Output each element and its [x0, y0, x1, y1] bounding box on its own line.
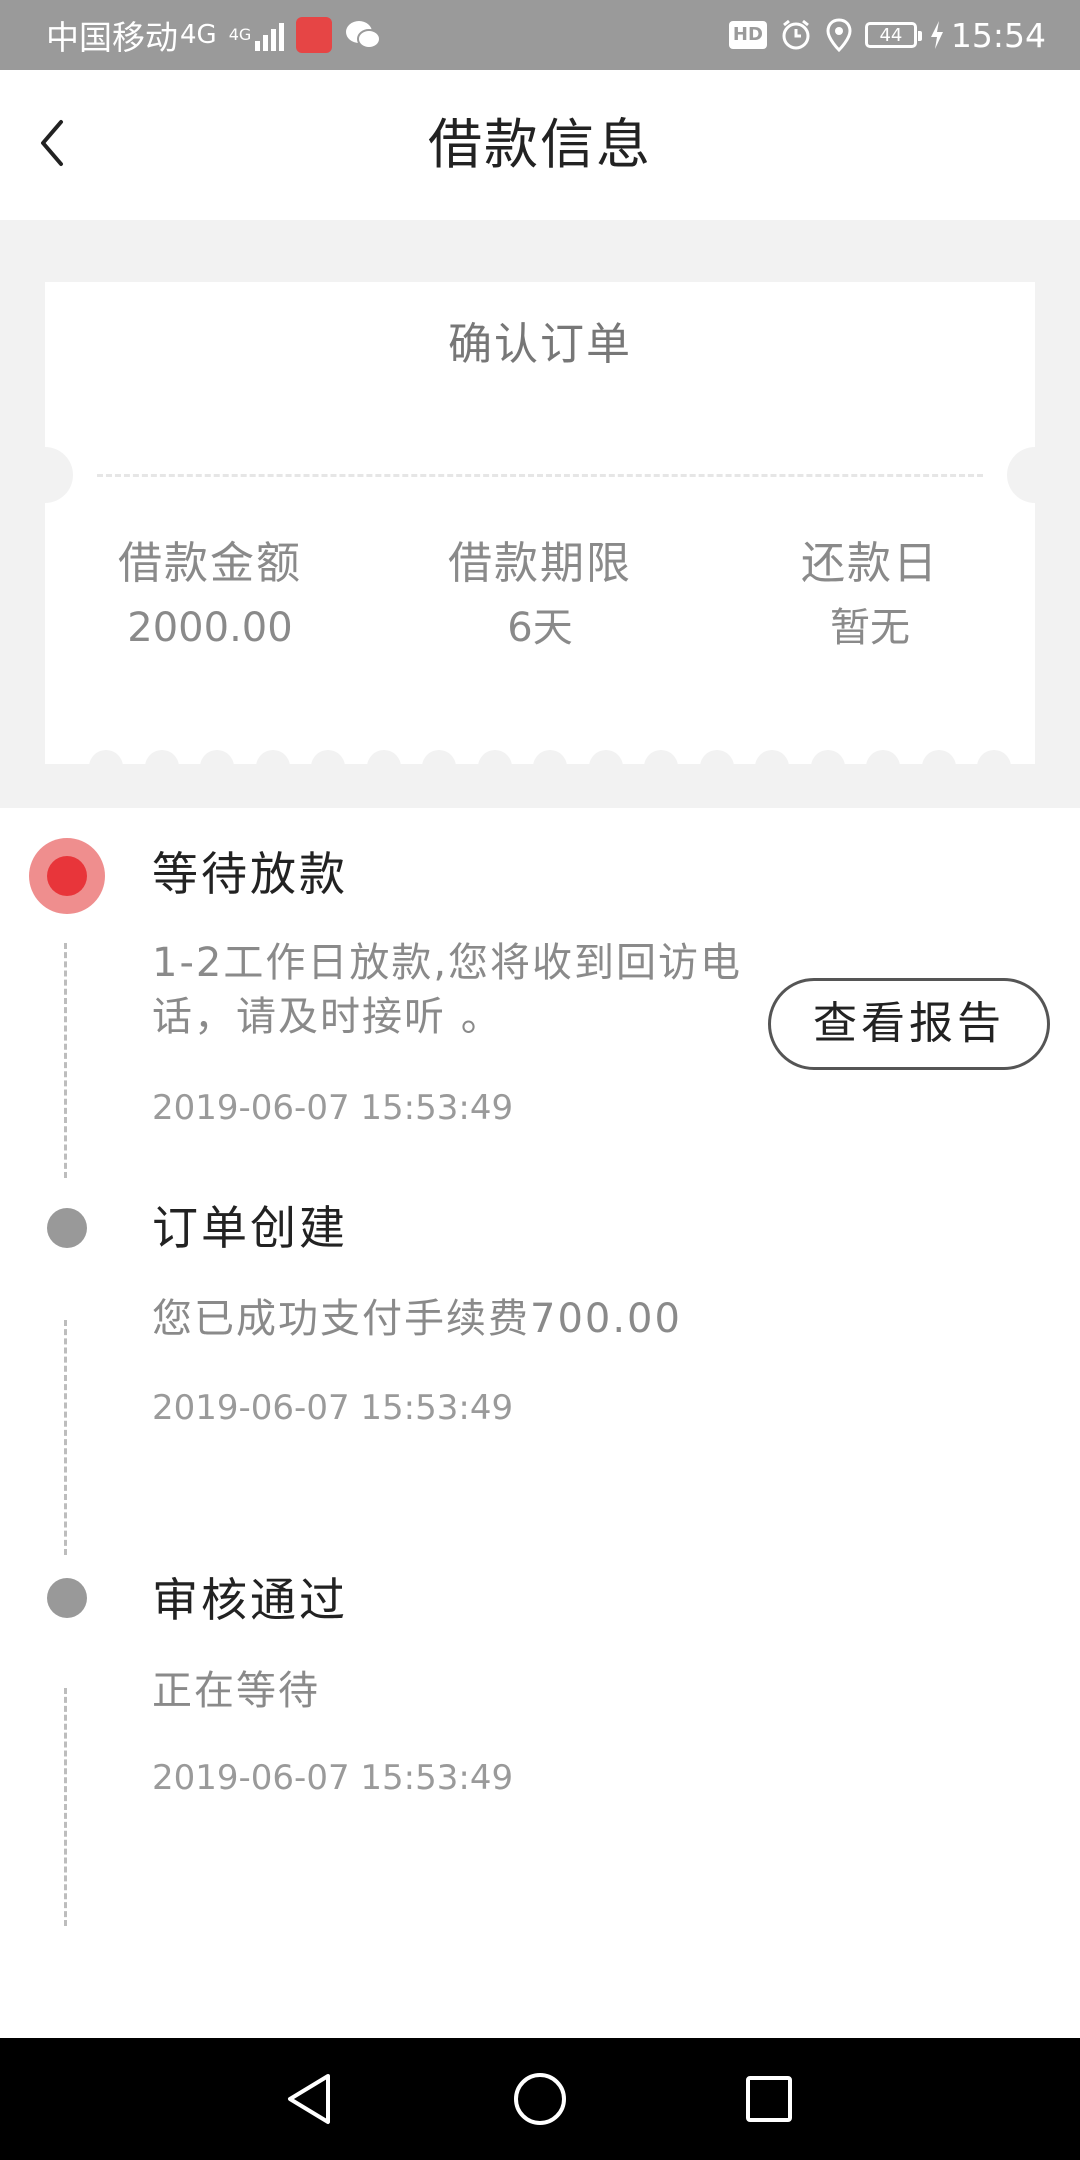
network-type: 4G — [180, 20, 217, 50]
battery-icon: 44 — [864, 22, 922, 48]
repayment-date-column: 还款日 暂无 — [705, 532, 1035, 660]
ticket-scallop — [366, 750, 401, 778]
nav-back-button[interactable] — [276, 2066, 342, 2132]
location-icon — [826, 18, 852, 52]
ticket-scallop — [644, 750, 678, 778]
ticket-title: 确认订单 — [448, 319, 632, 370]
ticket-scallop — [588, 750, 623, 778]
repayment-date-value: 暂无 — [830, 605, 910, 651]
ticket-scallop — [477, 750, 512, 778]
ticket-notch-right — [1007, 447, 1063, 503]
timeline-dot — [47, 1208, 87, 1248]
timeline-connector — [64, 943, 67, 1178]
clock: 15:54 — [950, 15, 1046, 55]
ticket-scallop — [311, 750, 345, 778]
timeline-timestamp: 2019-06-07 15:53:49 — [152, 1388, 514, 1428]
repayment-date-label: 还款日 — [801, 538, 939, 589]
view-report-button[interactable]: 查看报告 — [768, 978, 1050, 1070]
timeline-connector — [64, 1320, 67, 1555]
system-navigation-bar — [0, 2038, 1080, 2160]
timeline-description: 您已成功支付手续费700.00 — [152, 1296, 682, 1342]
ticket-scallop — [699, 750, 734, 778]
screen: 中国移动 4G 4G HD 44 15:54 借款信息 确认订单 借款金额 20… — [0, 0, 1080, 2160]
order-ticket-card: 确认订单 借款金额 2000.00 借款期限 6天 还款日 暂无 — [17, 282, 1063, 778]
ticket-scallop — [255, 750, 290, 778]
network-small-label: 4G — [228, 25, 252, 44]
nav-home-button[interactable] — [507, 2066, 573, 2132]
alarm-icon — [782, 19, 810, 50]
back-triangle-icon — [288, 2074, 330, 2124]
ticket-scallop — [810, 750, 845, 778]
timeline-connector — [64, 1688, 67, 1926]
loan-term-label: 借款期限 — [448, 538, 632, 589]
timeline-item-waiting-disbursement: 等待放款 1-2工作日放款,您将收到回访电话，请及时接听 。 2019-06-0… — [0, 808, 1080, 1178]
timeline-timestamp: 2019-06-07 15:53:49 — [152, 1758, 514, 1798]
status-left: 中国移动 4G 4G — [46, 0, 382, 70]
home-circle-icon — [514, 2073, 566, 2125]
status-bar: 中国移动 4G 4G HD 44 15:54 — [0, 0, 1080, 70]
timeline-timestamp: 2019-06-07 15:53:49 — [152, 1088, 514, 1128]
timeline-dot — [47, 1578, 87, 1618]
status-right: HD 44 15:54 — [728, 0, 1046, 70]
order-summary-area: 确认订单 借款金额 2000.00 借款期限 6天 还款日 暂无 — [0, 220, 1080, 808]
loan-amount-value: 2000.00 — [127, 605, 293, 651]
ticket-scallop-edge — [45, 750, 1035, 778]
battery-level: 44 — [879, 24, 903, 46]
ticket-scallop — [755, 750, 789, 778]
nav-recents-button[interactable] — [736, 2066, 802, 2132]
timeline-description: 1-2工作日放款,您将收到回访电话，请及时接听 。 — [152, 940, 743, 1040]
ticket-notch-left — [17, 447, 73, 503]
timeline-title: 等待放款 — [152, 847, 348, 901]
ticket-scallop — [89, 750, 123, 778]
loan-summary-columns: 借款金额 2000.00 借款期限 6天 还款日 暂无 — [45, 532, 1035, 660]
loan-amount-label: 借款金额 — [118, 538, 302, 589]
order-timeline: 等待放款 1-2工作日放款,您将收到回访电话，请及时接听 。 2019-06-0… — [0, 808, 1080, 2038]
ticket-scallop — [144, 750, 179, 778]
loan-term-value: 6天 — [507, 605, 573, 651]
carrier-label: 中国移动 — [46, 18, 178, 57]
timeline-active-dot — [29, 838, 105, 914]
timeline-description: 正在等待 — [152, 1668, 320, 1714]
charging-icon — [930, 21, 943, 49]
ticket-scallop — [977, 750, 1011, 778]
ticket-scallop — [533, 750, 567, 778]
signal-icon — [255, 19, 285, 51]
app-header: 借款信息 — [0, 70, 1080, 220]
ticket-scallop — [866, 750, 900, 778]
timeline-title: 订单创建 — [152, 1201, 348, 1255]
timeline-item-order-created: 订单创建 您已成功支付手续费700.00 2019-06-07 15:53:49 — [0, 1201, 1080, 1578]
ticket-scallop — [921, 750, 956, 778]
loan-term-column: 借款期限 6天 — [375, 532, 705, 660]
timeline-title: 审核通过 — [152, 1573, 348, 1627]
app-notification-icon — [296, 17, 333, 53]
wechat-icon — [346, 21, 382, 49]
timeline-active-dot-center — [47, 856, 87, 896]
page-title: 借款信息 — [428, 113, 652, 176]
ticket-divider — [97, 474, 983, 477]
hd-badge: HD — [728, 21, 767, 49]
ticket-scallop — [200, 750, 234, 778]
recents-square-icon — [746, 2076, 792, 2122]
ticket-scallop — [422, 750, 456, 778]
loan-amount-column: 借款金额 2000.00 — [45, 532, 375, 660]
timeline-item-review-passed: 审核通过 正在等待 2019-06-07 15:53:49 — [0, 1573, 1080, 1998]
